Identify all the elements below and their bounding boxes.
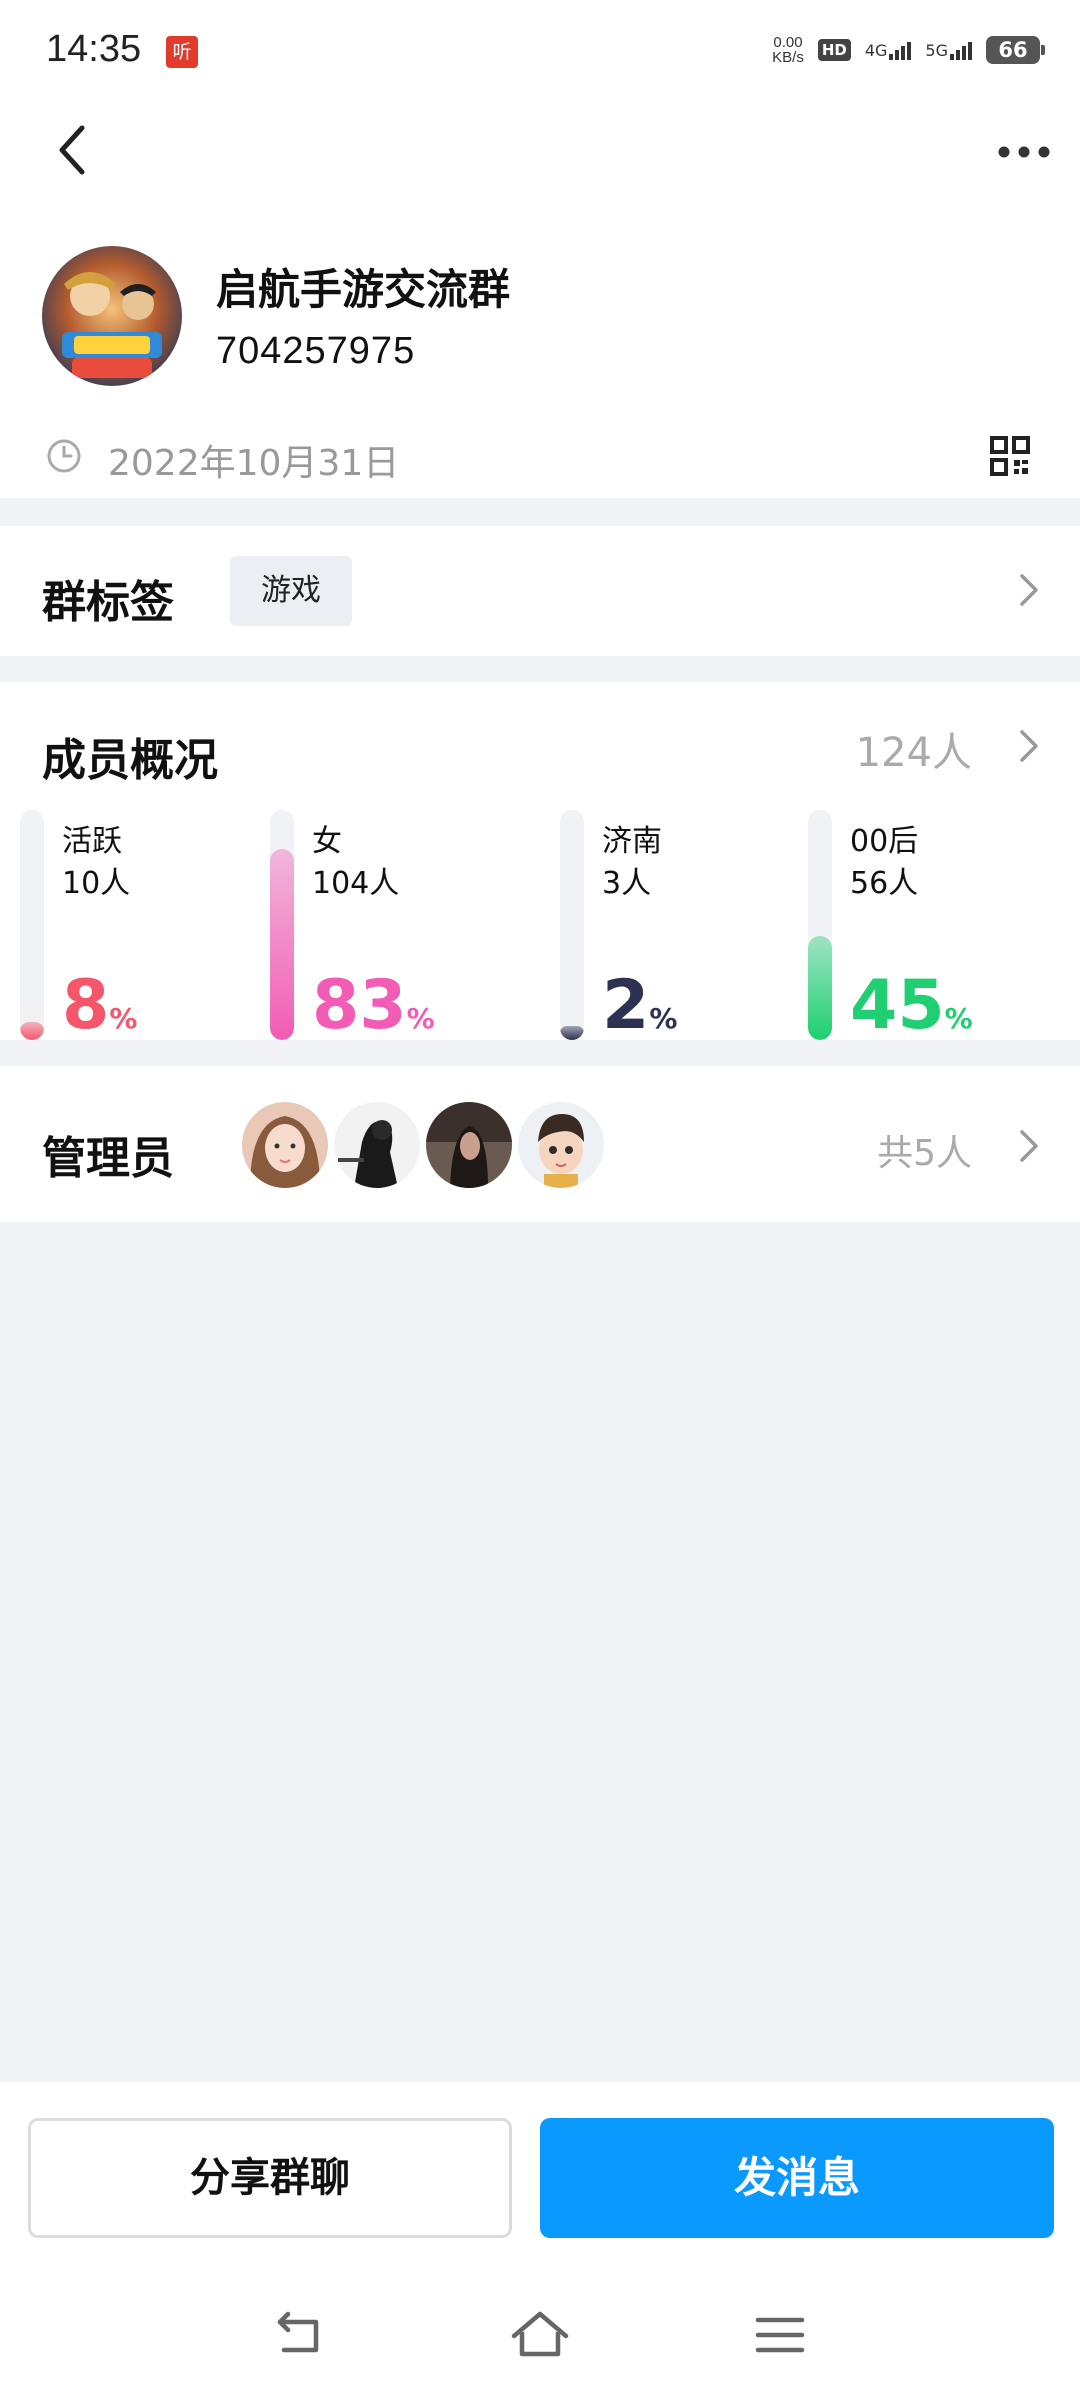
chevron-right-icon (1020, 574, 1038, 606)
stat-bar-fill (560, 1026, 584, 1040)
stat-value: 104人 (312, 866, 400, 901)
group-avatar[interactable] (42, 246, 182, 386)
status-indicators: 0.00 KB/s HD 4G 5G 66 (772, 30, 1045, 70)
net-speed: 0.00 KB/s (772, 35, 804, 65)
net-speed-unit: KB/s (772, 49, 804, 66)
chevron-right-icon (1020, 730, 1038, 762)
sim1-label: 4G (864, 41, 888, 60)
net-speed-value: 0.00 (773, 34, 803, 51)
stat-percent: 45% (850, 966, 973, 1045)
clock-icon (46, 438, 82, 474)
qr-code-icon (990, 436, 1030, 476)
signal-4g-icon: 4G (865, 40, 912, 60)
menu-nav-icon[interactable] (750, 2310, 810, 2360)
hd-voice-icon: HD (817, 39, 851, 61)
battery-icon: 66 (986, 36, 1045, 64)
qr-code-button[interactable] (990, 436, 1030, 476)
back-nav-icon[interactable] (270, 2310, 330, 2360)
stat-bar-fill (808, 936, 832, 1040)
stat-label: 女 (312, 824, 342, 859)
tag-chip: 游戏 (230, 556, 352, 626)
stat-bar-fill (20, 1022, 44, 1040)
group-avatar-image (42, 246, 182, 386)
stat-percent: 83% (312, 966, 435, 1045)
stat-bar-track (560, 810, 584, 1040)
sim2-label: 5G (925, 41, 948, 60)
chevron-right-icon (1020, 1130, 1038, 1162)
stat-percent: 8% (62, 966, 138, 1045)
member-overview-title: 成员概况 (42, 735, 218, 786)
stat-label: 活跃 (62, 824, 122, 859)
stat-label: 00后 (850, 824, 919, 859)
stat-value: 10人 (62, 866, 131, 901)
group-id: 704257975 (216, 330, 416, 372)
admin-avatar (518, 1102, 604, 1188)
stat-value: 3人 (602, 866, 652, 901)
admin-avatar (426, 1102, 512, 1188)
stat-bar-track (20, 810, 44, 1040)
created-date: 2022年10月31日 (108, 443, 400, 484)
back-button[interactable] (46, 120, 106, 180)
admin-avatar (334, 1102, 420, 1188)
send-message-button[interactable]: 发消息 (540, 2118, 1054, 2238)
stat-bar-track (270, 810, 294, 1040)
home-nav-icon[interactable] (510, 2310, 570, 2360)
admins-title: 管理员 (42, 1133, 174, 1184)
stat-bar-fill (270, 849, 294, 1040)
group-tags-title: 群标签 (42, 577, 174, 628)
admin-count: 共5人 (877, 1133, 972, 1174)
admin-avatar (242, 1102, 328, 1188)
back-arrow-icon (59, 125, 85, 175)
status-time: 14:35 (46, 28, 142, 70)
stat-bar-track (808, 810, 832, 1040)
more-button[interactable] (994, 128, 1054, 176)
stat-value: 56人 (850, 866, 919, 901)
signal-5g-icon: 5G (925, 40, 972, 60)
status-bar: 14:35 听 0.00 KB/s HD 4G 5G 66 (0, 0, 1080, 100)
stat-label: 济南 (602, 824, 662, 859)
group-name: 启航手游交流群 (216, 265, 511, 314)
more-dots-icon (998, 146, 1050, 158)
member-count: 124人 (855, 730, 972, 776)
stat-percent: 2% (602, 966, 678, 1045)
app-notification-icon: 听 (166, 36, 198, 68)
share-group-button[interactable]: 分享群聊 (28, 2118, 512, 2238)
